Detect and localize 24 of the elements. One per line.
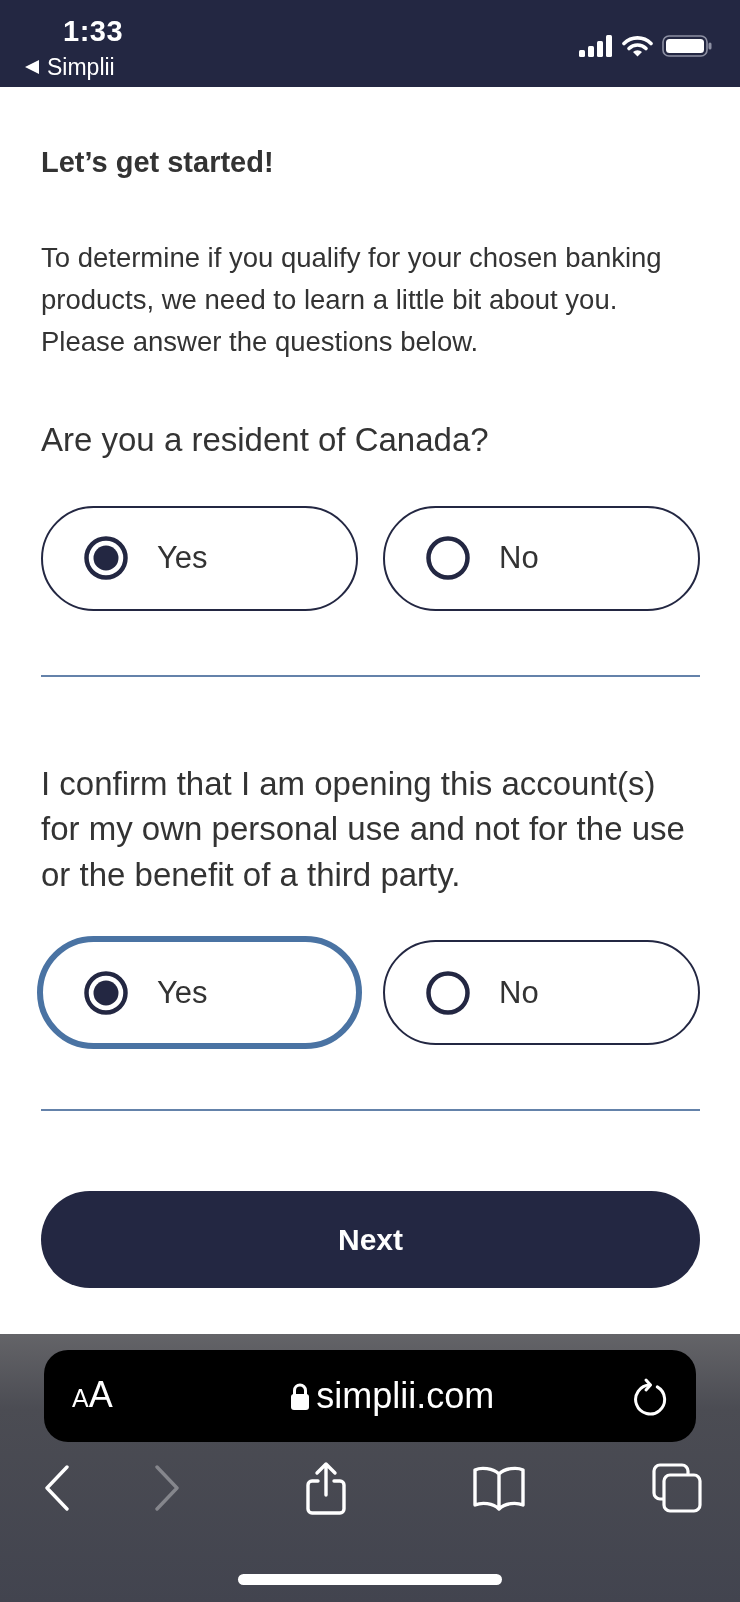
url-text: simplii.com: [316, 1375, 495, 1417]
tabs-icon[interactable]: [652, 1463, 702, 1513]
radio-option[interactable]: No: [383, 505, 700, 611]
book-icon[interactable]: [472, 1465, 527, 1511]
back-triangle-icon: [25, 60, 39, 74]
radio-option[interactable]: Yes: [37, 936, 362, 1049]
reload-icon[interactable]: [632, 1376, 668, 1416]
address-bar[interactable]: AA simplii.com: [44, 1350, 696, 1442]
signal-icon: [579, 34, 613, 57]
status-time: 1:33: [63, 15, 124, 47]
intro-text: To determine if you qualify for your chosen banking products, we need to learn a little bit about you. Please answer the questions below.: [41, 241, 663, 359]
wifi-icon: [622, 34, 653, 57]
question-text: I confirm that I am opening this account(s) for my own personal use and not for the use or the benefit of a third party.: [41, 763, 686, 895]
back-icon[interactable]: [45, 1465, 69, 1511]
lock-icon: [290, 1382, 311, 1410]
battery-icon: [662, 34, 712, 57]
radio-option[interactable]: Yes: [41, 505, 358, 611]
question-text: Are you a resident of Canada?: [41, 420, 490, 460]
back-to-app-link[interactable]: Simplii: [25, 54, 115, 80]
radio-option[interactable]: No: [383, 940, 700, 1045]
page-title: Let’s get started!: [41, 145, 275, 180]
share-icon[interactable]: [304, 1461, 347, 1515]
next-button[interactable]: Next: [41, 1191, 700, 1288]
text-size-button[interactable]: AA: [72, 1374, 113, 1418]
